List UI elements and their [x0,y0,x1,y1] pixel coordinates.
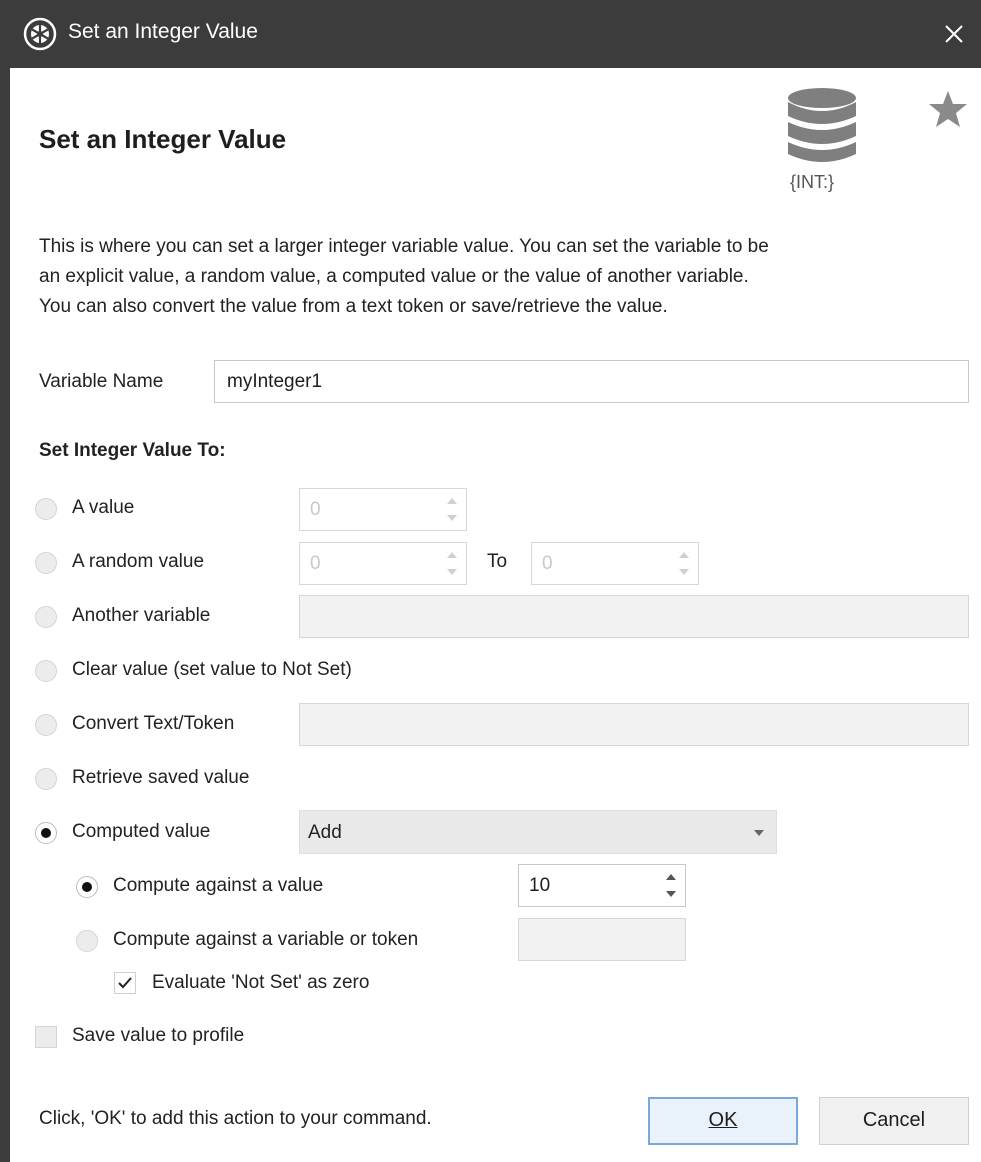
another-variable-input[interactable] [299,595,969,638]
retrieve-saved-label: Retrieve saved value [72,767,250,788]
section-label: Set Integer Value To: [39,440,226,461]
variable-name-label: Variable Name [39,371,164,392]
compute-variable-input[interactable] [518,918,686,961]
a-value-spinner[interactable]: 0 [299,488,467,531]
close-button[interactable] [932,12,976,56]
window-title: Set an Integer Value [68,20,258,43]
clear-value-label: Clear value (set value to Not Set) [72,659,352,680]
app-logo-icon [22,16,58,52]
footer-hint: Click, 'OK' to add this action to your c… [39,1108,432,1129]
description-line: You can also convert the value from a te… [39,296,668,317]
compute-against-variable-radio[interactable] [76,930,98,952]
random-from-value: 0 [310,553,321,574]
random-value-label: A random value [72,551,205,572]
checkmark-icon [118,977,132,989]
compute-value-spinner-value: 10 [529,875,551,896]
convert-text-label: Convert Text/Token [72,713,235,734]
variable-name-input[interactable] [214,360,969,403]
cancel-button[interactable]: Cancel [819,1097,969,1145]
compute-against-value-label: Compute against a value [113,875,324,896]
window-frame-left [0,68,10,1162]
save-to-profile-label: Save value to profile [72,1025,245,1046]
compute-against-variable-label: Compute against a variable or token [113,929,419,950]
random-to-label: To [487,551,508,572]
clear-value-radio[interactable] [35,660,57,682]
random-from-spinner[interactable]: 0 [299,542,467,585]
description: This is where you can set a larger integ… [39,232,969,322]
a-value-label: A value [72,497,135,518]
retrieve-saved-radio[interactable] [35,768,57,790]
computed-value-radio[interactable] [35,822,57,844]
convert-text-input[interactable] [299,703,969,746]
compute-value-spinner[interactable]: 10 [518,864,686,907]
spin-down-icon[interactable] [663,887,679,901]
computed-value-label: Computed value [72,821,211,842]
another-variable-label: Another variable [72,605,211,626]
operation-select[interactable]: Add [299,810,777,854]
random-to-spinner[interactable]: 0 [531,542,699,585]
ok-button-label: OK [708,1109,738,1131]
random-value-radio[interactable] [35,552,57,574]
favorite-star-icon[interactable] [926,88,970,132]
description-line: This is where you can set a larger integ… [39,236,769,257]
spin-down-icon[interactable] [444,511,460,525]
spin-up-icon[interactable] [444,548,460,562]
compute-against-value-radio[interactable] [76,876,98,898]
save-to-profile-checkbox[interactable] [35,1026,57,1048]
spin-up-icon[interactable] [444,494,460,508]
chevron-down-icon [754,830,764,836]
spin-down-icon[interactable] [444,565,460,579]
not-set-zero-checkbox[interactable] [114,972,136,994]
spin-up-icon[interactable] [676,548,692,562]
dialog-heading: Set an Integer Value [39,124,287,154]
ok-button[interactable]: OK [648,1097,798,1145]
description-line: an explicit value, a random value, a com… [39,266,749,287]
database-icon-label: {INT:} [790,172,835,192]
cancel-button-label: Cancel [862,1109,926,1131]
a-value-spinner-value: 0 [310,499,321,520]
another-variable-radio[interactable] [35,606,57,628]
not-set-zero-label: Evaluate 'Not Set' as zero [152,972,370,993]
spin-up-icon[interactable] [663,870,679,884]
operation-select-value: Add [308,822,342,843]
random-to-value: 0 [542,553,553,574]
close-icon [945,25,963,43]
convert-text-radio[interactable] [35,714,57,736]
a-value-radio[interactable] [35,498,57,520]
spin-down-icon[interactable] [676,565,692,579]
